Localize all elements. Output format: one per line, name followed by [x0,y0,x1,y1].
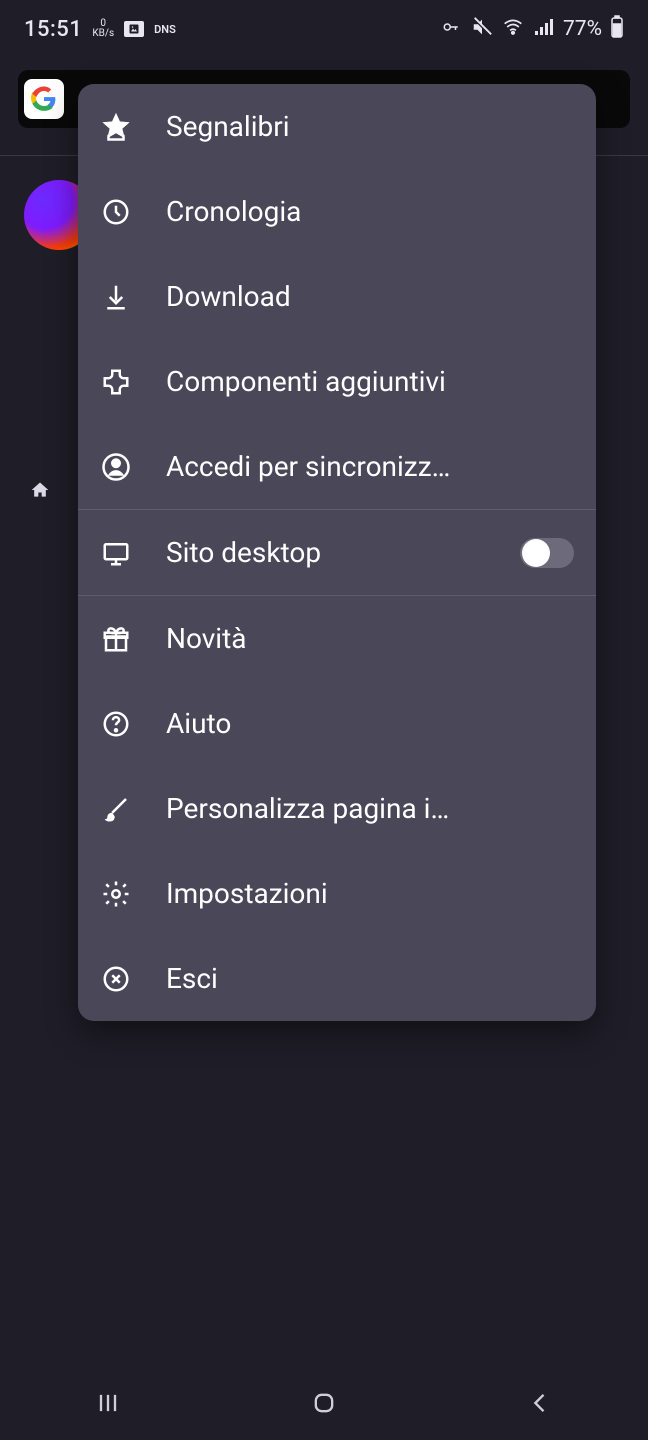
android-navbar [0,1370,648,1440]
download-icon [100,281,132,313]
signal-icon [533,17,555,42]
nav-home-button[interactable] [310,1389,338,1421]
menu-sync-label: Accedi per sincronizz… [166,450,574,483]
wifi-icon [501,17,525,42]
menu-desktop-site[interactable]: Sito desktop [78,510,596,595]
menu-quit-label: Esci [166,962,574,995]
menu-help[interactable]: Aiuto [78,681,596,766]
menu-downloads-label: Download [166,280,574,313]
help-icon [100,708,132,740]
menu-settings-label: Impostazioni [166,877,574,910]
menu-desktop-label: Sito desktop [166,536,321,569]
brush-icon [100,793,132,825]
picture-icon [124,21,144,37]
nav-recent-button[interactable] [94,1389,122,1421]
dns-indicator: DNS [154,23,176,36]
menu-settings[interactable]: Impostazioni [78,851,596,936]
menu-addons[interactable]: Componenti aggiuntivi [78,339,596,424]
menu-bookmarks-label: Segnalibri [166,110,574,143]
menu-downloads[interactable]: Download [78,254,596,339]
menu-bookmarks[interactable]: Segnalibri [78,84,596,169]
battery-percent: 77% [563,17,602,41]
history-icon [100,196,132,228]
status-bar: 15:51 0 KB/s DNS 77% [0,0,648,58]
menu-help-label: Aiuto [166,707,574,740]
desktop-site-toggle[interactable] [520,538,574,568]
battery-icon [610,15,624,44]
gift-icon [100,623,132,655]
account-icon [100,451,132,483]
mute-icon [471,16,493,43]
menu-customize[interactable]: Personalizza pagina i… [78,766,596,851]
gear-icon [100,878,132,910]
menu-addons-label: Componenti aggiuntivi [166,365,574,398]
menu-quit[interactable]: Esci [78,936,596,1021]
bookmark-icon [100,111,132,143]
status-time: 15:51 [24,17,82,42]
menu-whatsnew-label: Novità [166,622,574,655]
vpn-key-icon [439,17,463,41]
home-icon [30,480,50,504]
desktop-icon [100,537,132,569]
menu-customize-label: Personalizza pagina i… [166,792,574,825]
menu-history[interactable]: Cronologia [78,169,596,254]
google-favicon [24,79,64,119]
nav-back-button[interactable] [526,1389,554,1421]
status-network-speed: 0 KB/s [92,19,114,39]
menu-history-label: Cronologia [166,195,574,228]
puzzle-icon [100,366,132,398]
close-circle-icon [100,963,132,995]
menu-sync[interactable]: Accedi per sincronizz… [78,424,596,509]
overflow-menu: Segnalibri Cronologia Download Component… [78,84,596,1021]
menu-whatsnew[interactable]: Novità [78,596,596,681]
